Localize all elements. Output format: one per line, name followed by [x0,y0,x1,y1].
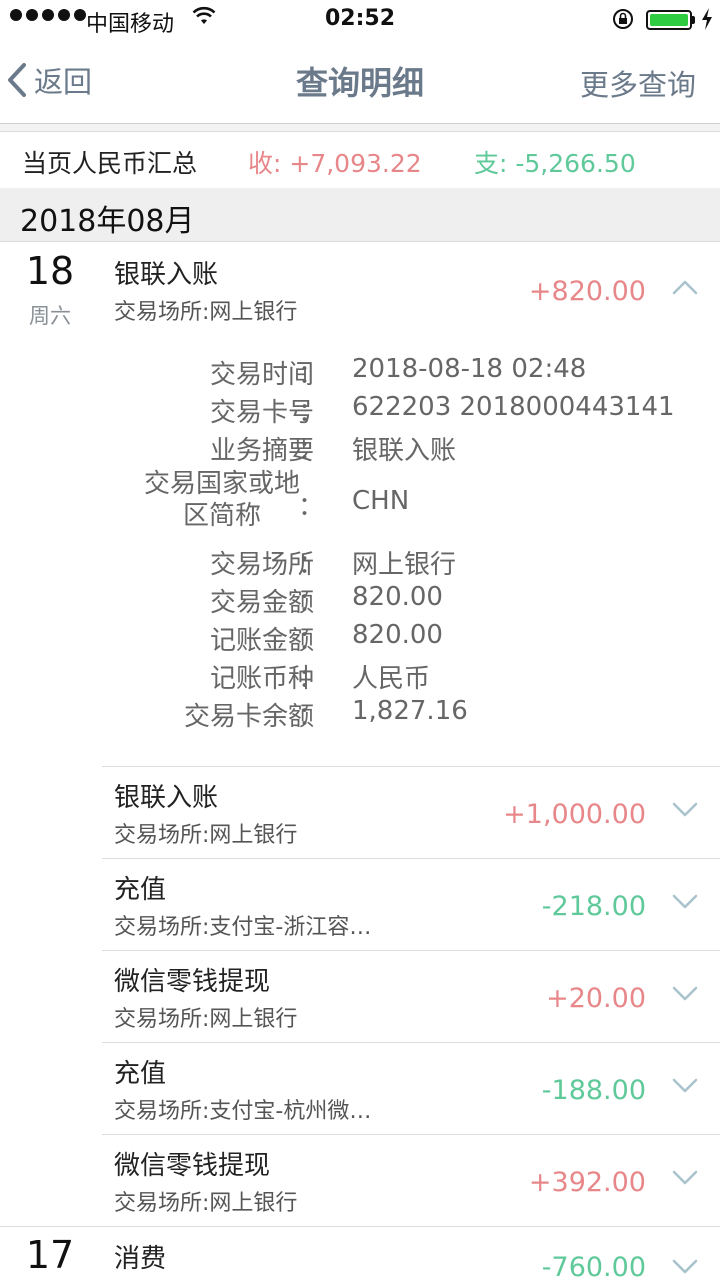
detail-value: 银联入账 [352,436,457,466]
transaction-amount: +1,000.00 [503,799,646,830]
chevron-down-icon[interactable] [672,801,698,819]
detail-colon: ： [298,702,325,732]
chevron-down-icon[interactable] [672,985,698,1003]
detail-value: 820.00 [352,620,443,650]
chevron-down-icon[interactable] [672,1258,698,1276]
day-divider [0,1226,720,1227]
transaction-amount: +820.00 [528,276,646,307]
transaction-place: 交易场所:网上银行 [114,823,298,848]
detail-colon: ： [298,626,325,656]
transaction-row[interactable]: 消费 -760.00 [102,1228,720,1280]
chevron-down-icon[interactable] [672,1077,698,1095]
detail-colon: ： [298,436,325,466]
detail-value: 1,827.16 [352,696,468,726]
summary-expense: 支: -5,266.50 [474,149,636,178]
transaction-amount: -218.00 [541,891,646,922]
summary-label: 当页人民币汇总 [22,149,198,178]
battery-tip [692,16,695,24]
detail-colon: ： [298,492,325,522]
month-header: 2018年08月 [0,188,720,242]
transaction-place: 交易场所:支付宝-浙江容… [114,915,372,940]
status-bar: 中国移动 02:52 [0,0,720,40]
transaction-row-expanded[interactable]: 银联入账 交易场所:网上银行 +820.00 [102,244,720,336]
transaction-place: 交易场所:支付宝-杭州微… [114,1099,372,1124]
transaction-name: 银联入账 [114,783,219,813]
transaction-amount: +20.00 [546,983,646,1014]
detail-value: 820.00 [352,582,443,612]
day-group-17: 17 [0,1236,100,1274]
month-label: 2018年08月 [20,204,195,239]
detail-key: 交易卡余额 [183,702,314,732]
transaction-name: 消费 [114,1244,167,1274]
transaction-amount: -760.00 [541,1252,646,1280]
detail-colon: ： [298,398,325,428]
detail-key-line1: 交易国家或地 [143,469,300,499]
transaction-place: 交易场所:网上银行 [114,1007,298,1032]
transaction-row[interactable]: 充值 交易场所:支付宝-浙江容… -218.00 [102,858,720,950]
battery-icon [646,10,692,30]
navigation-bar: 返回 查询明细 更多查询 [0,40,720,124]
more-query-button[interactable]: 更多查询 [580,62,696,104]
chevron-down-icon[interactable] [672,893,698,911]
detail-colon: ： [298,360,325,390]
transaction-row[interactable]: 微信零钱提现 交易场所:网上银行 +20.00 [102,950,720,1042]
divider [0,124,720,132]
day-number: 17 [25,1233,75,1277]
detail-colon: ： [298,550,325,580]
transaction-row[interactable]: 银联入账 交易场所:网上银行 +1,000.00 [102,766,720,858]
day-number: 18 [25,249,75,293]
detail-key-line2: 区简称 [182,501,261,531]
detail-value: CHN [352,486,410,516]
day-group-18: 18 周六 [0,252,100,330]
weekday: 周六 [29,304,71,328]
detail-value: 网上银行 [352,550,457,580]
orientation-lock-icon [613,9,633,29]
transaction-name: 微信零钱提现 [114,967,271,997]
transaction-name: 充值 [114,1059,167,1089]
transaction-name: 银联入账 [114,260,219,290]
charging-bolt-icon [702,8,712,30]
detail-value: 2018-08-18 02:48 [352,354,587,384]
transaction-name: 充值 [114,875,167,905]
detail-colon: ： [298,664,325,694]
transaction-name: 微信零钱提现 [114,1151,271,1181]
summary-income: 收: +7,093.22 [248,149,422,178]
detail-row: 交易国家或地 区简称 ： CHN [102,468,720,536]
transaction-row[interactable]: 充值 交易场所:支付宝-杭州微… -188.00 [102,1042,720,1134]
detail-key: 交易国家或地 区简称 [144,468,300,532]
chevron-up-icon[interactable] [672,278,698,296]
detail-value: 人民币 [352,664,431,694]
transaction-row[interactable]: 微信零钱提现 交易场所:网上银行 +392.00 [102,1134,720,1226]
transaction-amount: -188.00 [541,1075,646,1106]
detail-value: 622203 2018000443141 [352,392,675,422]
transaction-place: 交易场所:网上银行 [114,1191,298,1216]
transaction-amount: +392.00 [528,1167,646,1198]
transaction-place: 交易场所:网上银行 [114,300,298,325]
detail-colon: ： [298,588,325,618]
chevron-down-icon[interactable] [672,1169,698,1187]
page-summary: 当页人民币汇总 收: +7,093.22 支: -5,266.50 [0,134,720,186]
transaction-detail-panel: 交易时间 ： 2018-08-18 02:48 交易卡号 ： 622203 20… [102,346,720,766]
